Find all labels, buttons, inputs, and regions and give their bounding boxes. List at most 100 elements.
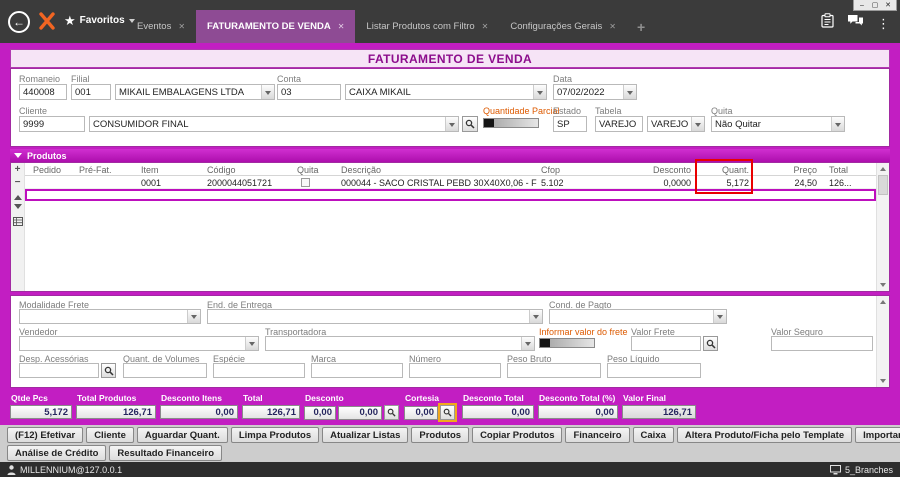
maximize-button[interactable]: ▢	[869, 1, 881, 10]
scroll-up-arrow[interactable]	[877, 163, 889, 174]
page-title: FATURAMENTO DE VENDA	[367, 51, 533, 66]
slider-thumb[interactable]	[484, 119, 494, 127]
conta-code-input[interactable]	[277, 84, 341, 100]
desconto-total-value[interactable]: 0,00	[462, 405, 534, 419]
transportadora-select[interactable]	[265, 336, 535, 351]
products-section-label: Produtos	[27, 150, 67, 161]
tab-configuracoes-gerais[interactable]: Configurações Gerais ✕	[499, 10, 627, 43]
valor-frete-input[interactable]	[631, 336, 701, 351]
tab-eventos[interactable]: Eventos ✕	[126, 10, 196, 43]
chevron-down-icon	[691, 117, 704, 131]
new-tab-button[interactable]: +	[627, 10, 655, 43]
filial-code-input[interactable]	[71, 84, 111, 100]
data-select[interactable]: 07/02/2022	[553, 84, 637, 100]
peso-liquido-input[interactable]	[607, 363, 701, 378]
financeiro-button[interactable]: Financeiro	[565, 427, 630, 443]
col-desconto[interactable]: Desconto	[609, 165, 691, 175]
desconto-value-1[interactable]: 0,00	[304, 405, 336, 420]
marca-input[interactable]	[311, 363, 403, 378]
col-preco[interactable]: Preço	[761, 165, 817, 175]
scroll-down-arrow[interactable]	[877, 280, 889, 291]
col-cfop[interactable]: Cfop	[541, 165, 560, 175]
col-quant[interactable]: Quant.	[699, 165, 749, 175]
quantidade-parcial-slider[interactable]	[483, 118, 539, 128]
romaneio-input[interactable]	[19, 84, 67, 100]
importar-xml-button[interactable]: Importar XML	[855, 427, 900, 443]
products-section-header[interactable]: Produtos	[10, 149, 890, 162]
vendedor-select[interactable]	[19, 336, 259, 351]
caixa-button[interactable]: Caixa	[632, 427, 674, 443]
tab-listar-produtos-com-filtro[interactable]: Listar Produtos com Filtro ✕	[355, 10, 499, 43]
messages-icon[interactable]	[847, 14, 864, 33]
kebab-menu-icon[interactable]: ⋮	[877, 16, 890, 31]
desconto-total-pct-value[interactable]: 0,00	[538, 405, 618, 419]
col-codigo[interactable]: Código	[207, 165, 236, 175]
grid-options-button[interactable]	[12, 216, 24, 227]
peso-bruto-input[interactable]	[507, 363, 601, 378]
tabela-code-input[interactable]	[595, 116, 643, 132]
scroll-down-arrow[interactable]	[877, 376, 889, 387]
close-tab-icon[interactable]: ✕	[482, 22, 489, 31]
cond-pagto-select[interactable]	[549, 309, 727, 324]
cliente-code-input[interactable]	[19, 116, 85, 132]
selected-empty-row[interactable]	[25, 189, 876, 201]
tasks-clipboard-icon[interactable]	[821, 13, 834, 33]
close-tab-icon[interactable]: ✕	[338, 22, 345, 31]
especie-input[interactable]	[213, 363, 305, 378]
efetivar-button[interactable]: (F12) Efetivar	[7, 427, 84, 443]
aguardar-quant-button[interactable]: Aguardar Quant.	[136, 427, 228, 443]
resultado-financeiro-button[interactable]: Resultado Financeiro	[109, 445, 223, 461]
back-button[interactable]: ←	[8, 11, 30, 33]
move-row-up-button[interactable]	[12, 190, 24, 201]
close-window-button[interactable]: ✕	[882, 1, 894, 10]
numero-input[interactable]	[409, 363, 501, 378]
atualizar-listas-button[interactable]: Atualizar Listas	[322, 427, 409, 443]
estado-input[interactable]	[553, 116, 587, 132]
filial-select[interactable]: MIKAIL EMBALAGENS LTDA	[115, 84, 275, 100]
scroll-up-arrow[interactable]	[877, 296, 889, 307]
tabela-select[interactable]: VAREJO	[647, 116, 705, 132]
col-pedido[interactable]: Pedido	[33, 165, 61, 175]
cortesia-search-button[interactable]	[438, 403, 457, 422]
scrollbar-thumb[interactable]	[878, 175, 888, 195]
desp-acessorias-input[interactable]	[19, 363, 99, 378]
limpa-produtos-button[interactable]: Limpa Produtos	[230, 427, 320, 443]
col-item[interactable]: Item	[141, 165, 159, 175]
valor-frete-search-button[interactable]	[703, 336, 718, 351]
favorites-menu[interactable]: ★ Favoritos	[64, 14, 135, 27]
quant-volumes-input[interactable]	[123, 363, 207, 378]
add-row-button[interactable]: +	[12, 164, 24, 175]
cliente-button[interactable]: Cliente	[86, 427, 134, 443]
analise-credito-button[interactable]: Análise de Crédito	[7, 445, 107, 461]
desconto-search-button[interactable]	[384, 405, 399, 420]
table-scrollbar[interactable]	[876, 163, 889, 291]
quita-checkbox[interactable]	[301, 178, 310, 187]
desconto-value-2[interactable]: 0,00	[338, 405, 382, 420]
valor-seguro-input[interactable]	[771, 336, 873, 351]
end-entrega-select[interactable]	[207, 309, 543, 324]
col-descricao[interactable]: Descrição	[341, 165, 381, 175]
freight-scrollbar[interactable]	[876, 296, 889, 387]
quita-select[interactable]: Não Quitar	[711, 116, 845, 132]
modalidade-frete-select[interactable]	[19, 309, 201, 324]
table-row[interactable]: 0001 2000044051721 000044 - SACO CRISTAL…	[11, 176, 876, 189]
copiar-produtos-button[interactable]: Copiar Produtos	[472, 427, 563, 443]
slider-thumb[interactable]	[540, 339, 550, 347]
col-pre-fat[interactable]: Pré-Fat.	[79, 165, 112, 175]
close-tab-icon[interactable]: ✕	[178, 22, 185, 31]
tab-faturamento-de-venda[interactable]: FATURAMENTO DE VENDA ✕	[196, 10, 356, 43]
remove-row-button[interactable]: −	[12, 177, 24, 188]
col-total[interactable]: Total	[829, 165, 848, 175]
minimize-button[interactable]: –	[856, 1, 868, 10]
move-row-down-button[interactable]	[12, 203, 24, 214]
altera-produto-template-button[interactable]: Altera Produto/Ficha pelo Template	[676, 427, 853, 443]
cliente-search-button[interactable]	[462, 116, 478, 132]
cliente-select[interactable]: CONSUMIDOR FINAL	[89, 116, 459, 132]
cortesia-value[interactable]: 0,00	[404, 405, 438, 420]
conta-select[interactable]: CAIXA MIKAIL	[345, 84, 547, 100]
informar-frete-slider[interactable]	[539, 338, 595, 348]
close-tab-icon[interactable]: ✕	[609, 22, 616, 31]
produtos-button[interactable]: Produtos	[411, 427, 470, 443]
col-quita[interactable]: Quita	[297, 165, 319, 175]
desp-acessorias-search-button[interactable]	[101, 363, 116, 378]
